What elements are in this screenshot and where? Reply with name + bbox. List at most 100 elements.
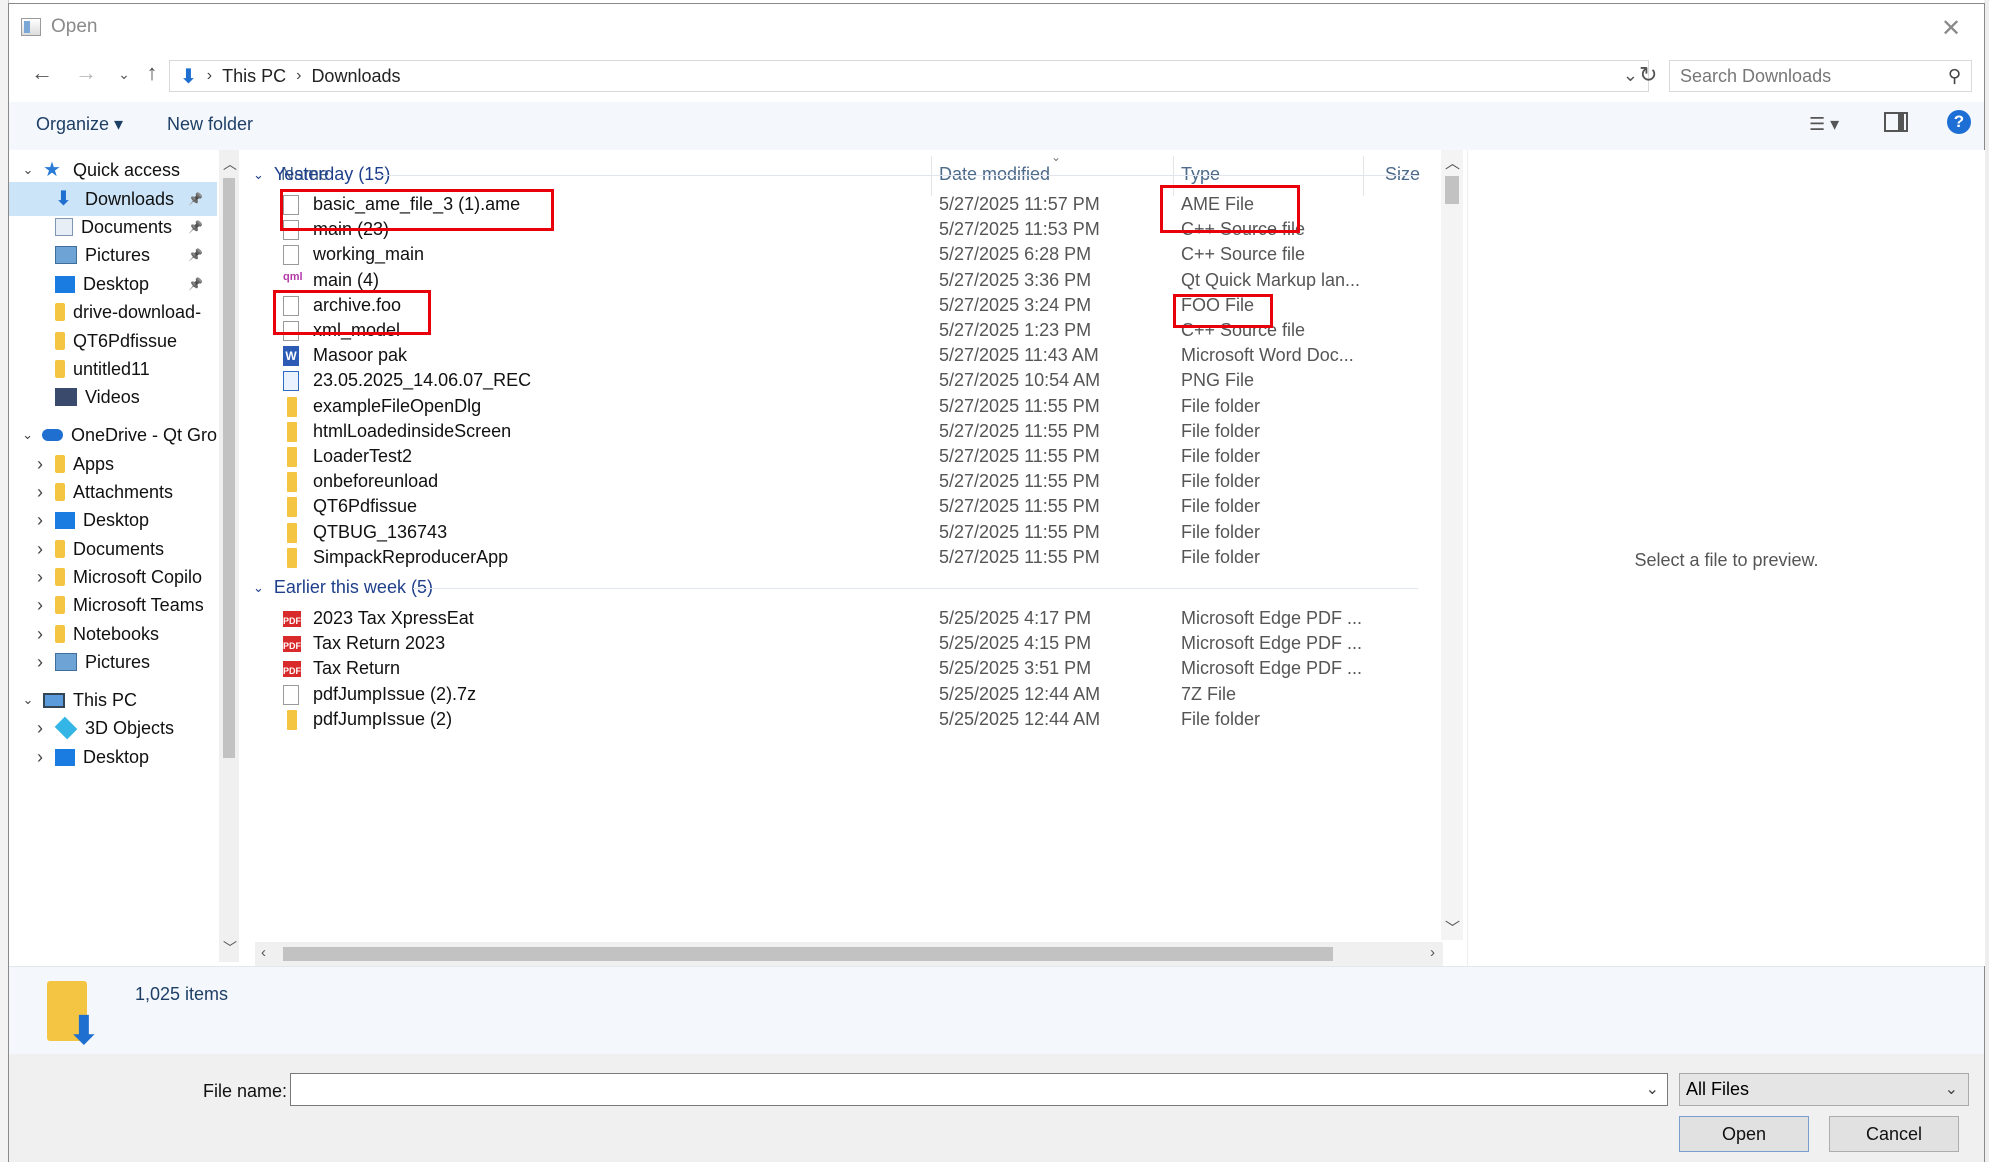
collapse-chevron-icon[interactable]: › — [31, 652, 49, 673]
download-arrow-icon: ⬇ — [67, 1009, 101, 1053]
sidebar-item-pictures[interactable]: › Pictures — [9, 645, 217, 679]
scroll-right-icon[interactable]: › — [1430, 944, 1435, 961]
command-toolbar: Organize ▾ New folder ☰ ▾ ? — [9, 102, 1984, 150]
pin-icon[interactable]: 📌 — [188, 220, 203, 234]
pin-icon[interactable]: 📌 — [188, 192, 203, 206]
nav-pane-scrollbar[interactable]: ︿ ﹀ — [219, 150, 239, 962]
group-collapse-icon[interactable]: ⌄ — [253, 580, 264, 596]
folder-file-icon — [287, 421, 297, 442]
open-button[interactable]: Open — [1679, 1116, 1809, 1152]
file-name: main (4) — [313, 269, 380, 290]
highlight-annotation-box — [273, 290, 431, 335]
close-icon[interactable]: ✕ — [1936, 14, 1966, 43]
file-type: Microsoft Edge PDF ... — [1181, 608, 1363, 628]
refresh-icon[interactable]: ↻ — [1639, 62, 1657, 88]
onedrive-icon — [42, 429, 63, 441]
scroll-down-icon[interactable]: ﹀ — [223, 938, 237, 958]
change-view-icon[interactable]: ☰ ▾ — [1809, 114, 1839, 135]
scroll-down-icon[interactable]: ﹀ — [1445, 917, 1460, 938]
file-type-filter[interactable]: All Files ⌄ — [1679, 1073, 1969, 1106]
file-name: exampleFileOpenDlg — [313, 395, 482, 416]
folder-file-icon — [287, 709, 297, 730]
collapse-chevron-icon[interactable]: › — [31, 624, 49, 645]
sidebar-item-label: Downloads — [85, 188, 175, 209]
sidebar-item-label: Documents — [73, 538, 165, 559]
preview-pane-icon[interactable] — [1884, 112, 1908, 132]
file-row[interactable]: pdfJumpIssue (2) 5/25/2025 12:44 AM File f… — [241, 703, 1431, 735]
file-name: working_main — [313, 244, 425, 265]
folder-icon — [55, 483, 65, 501]
breadcrumb-downloads[interactable]: Downloads — [311, 66, 400, 87]
sidebar-item-label: Pictures — [85, 244, 151, 265]
breadcrumb-chevron-icon[interactable]: › — [296, 67, 301, 85]
collapse-chevron-icon[interactable]: › — [31, 454, 49, 475]
file-date-modified: 5/27/2025 11:43 AM — [939, 345, 1099, 366]
highlight-annotation-box — [1173, 294, 1273, 328]
highlight-annotation-box — [280, 189, 554, 231]
pin-icon[interactable]: 📌 — [188, 277, 203, 291]
search-icon[interactable]: ⚲ — [1948, 61, 1961, 91]
folder-file-icon — [287, 497, 297, 518]
help-icon[interactable]: ? — [1947, 110, 1971, 134]
filter-dropdown-icon[interactable]: ⌄ — [1945, 1074, 1958, 1105]
sidebar-item-desktop[interactable]: › Desktop — [9, 740, 217, 774]
expand-chevron-icon[interactable]: ⌄ — [19, 427, 36, 443]
collapse-chevron-icon[interactable]: › — [31, 567, 49, 588]
sidebar-item-label: OneDrive - Qt Gro — [70, 424, 217, 445]
file-list: Name ⌄ Date modified Type Size ⌄ Yesterda… — [241, 150, 1441, 940]
file-row[interactable]: SimpackReproducerApp 5/27/2025 11:55 PM Fi… — [241, 541, 1431, 573]
group-header[interactable]: ⌄ Earlier this week (5) — [253, 577, 433, 598]
title-bar[interactable]: Open ✕ — [9, 4, 1984, 50]
new-folder-button[interactable]: New folder — [167, 114, 253, 135]
scroll-left-icon[interactable]: ‹ — [261, 944, 266, 961]
file-name-label: File name: — [203, 1081, 288, 1101]
address-dropdown-icon[interactable]: ⌄ — [1623, 65, 1638, 86]
file-name: LoaderTest2 — [313, 446, 413, 466]
sidebar-item-label: This PC — [73, 689, 138, 710]
file-name-dropdown-icon[interactable]: ⌄ — [1646, 1079, 1659, 1099]
file-date-modified: 5/27/2025 11:55 PM — [939, 446, 1100, 466]
pdf-file-icon: PDF — [283, 636, 301, 653]
folder-icon — [55, 332, 65, 350]
forward-arrow-icon[interactable]: → — [71, 60, 101, 86]
sidebar-item-videos[interactable]: Videos — [9, 380, 217, 414]
expand-chevron-icon[interactable]: ⌄ — [19, 692, 37, 708]
folder-icon — [55, 455, 65, 473]
sidebar-item-label: Notebooks — [73, 623, 160, 644]
file-name-input[interactable]: ⌄ — [290, 1073, 1668, 1106]
file-list-vertical-scrollbar[interactable]: ︿ ﹀ — [1441, 150, 1463, 940]
collapse-chevron-icon[interactable]: › — [31, 747, 49, 768]
expand-chevron-icon[interactable]: ⌄ — [19, 162, 37, 178]
scroll-up-icon[interactable]: ︿ — [223, 154, 237, 174]
address-bar[interactable]: ⬇ › This PC › Downloads ⌄ — [169, 60, 1649, 92]
sort-indicator-icon: ⌄ — [1051, 150, 1062, 164]
preview-message: Select a file to preview. — [1634, 550, 1819, 570]
scroll-up-icon[interactable]: ︿ — [1445, 152, 1460, 173]
sidebar-item-label: Desktop — [83, 746, 150, 767]
collapse-chevron-icon[interactable]: › — [31, 510, 49, 531]
file-type: Qt Quick Markup lan... — [1181, 269, 1361, 290]
recent-locations-chevron-icon[interactable]: ⌄ — [109, 66, 139, 83]
organize-button[interactable]: Organize ▾ — [36, 114, 123, 135]
group-header[interactable]: ⌄ Yesterday (15) — [253, 164, 390, 185]
pin-icon[interactable]: 📌 — [188, 248, 203, 262]
back-arrow-icon[interactable]: ← — [27, 60, 57, 86]
search-input[interactable]: Search Downloads ⚲ — [1669, 60, 1972, 92]
breadcrumb-this-pc[interactable]: This PC — [222, 66, 286, 87]
file-list-horizontal-scrollbar[interactable]: ‹ › — [255, 942, 1443, 966]
dialog-title: Open — [51, 16, 98, 37]
group-collapse-icon[interactable]: ⌄ — [253, 167, 264, 183]
collapse-chevron-icon[interactable]: › — [31, 718, 49, 739]
horizontal-scroll-thumb[interactable] — [283, 947, 1333, 961]
collapse-chevron-icon[interactable]: › — [31, 539, 49, 560]
sidebar-item-label: Microsoft Copilo — [73, 566, 203, 587]
up-arrow-icon[interactable]: ↑ — [137, 60, 167, 86]
breadcrumb-chevron-icon[interactable]: › — [207, 67, 212, 85]
png-file-icon — [283, 371, 299, 392]
collapse-chevron-icon[interactable]: › — [31, 595, 49, 616]
collapse-chevron-icon[interactable]: › — [31, 482, 49, 503]
cancel-button[interactable]: Cancel — [1829, 1116, 1959, 1152]
file-list-scroll-thumb[interactable] — [1445, 176, 1459, 204]
nav-scroll-thumb[interactable] — [223, 178, 235, 758]
sidebar-item-label: Desktop — [83, 509, 150, 530]
